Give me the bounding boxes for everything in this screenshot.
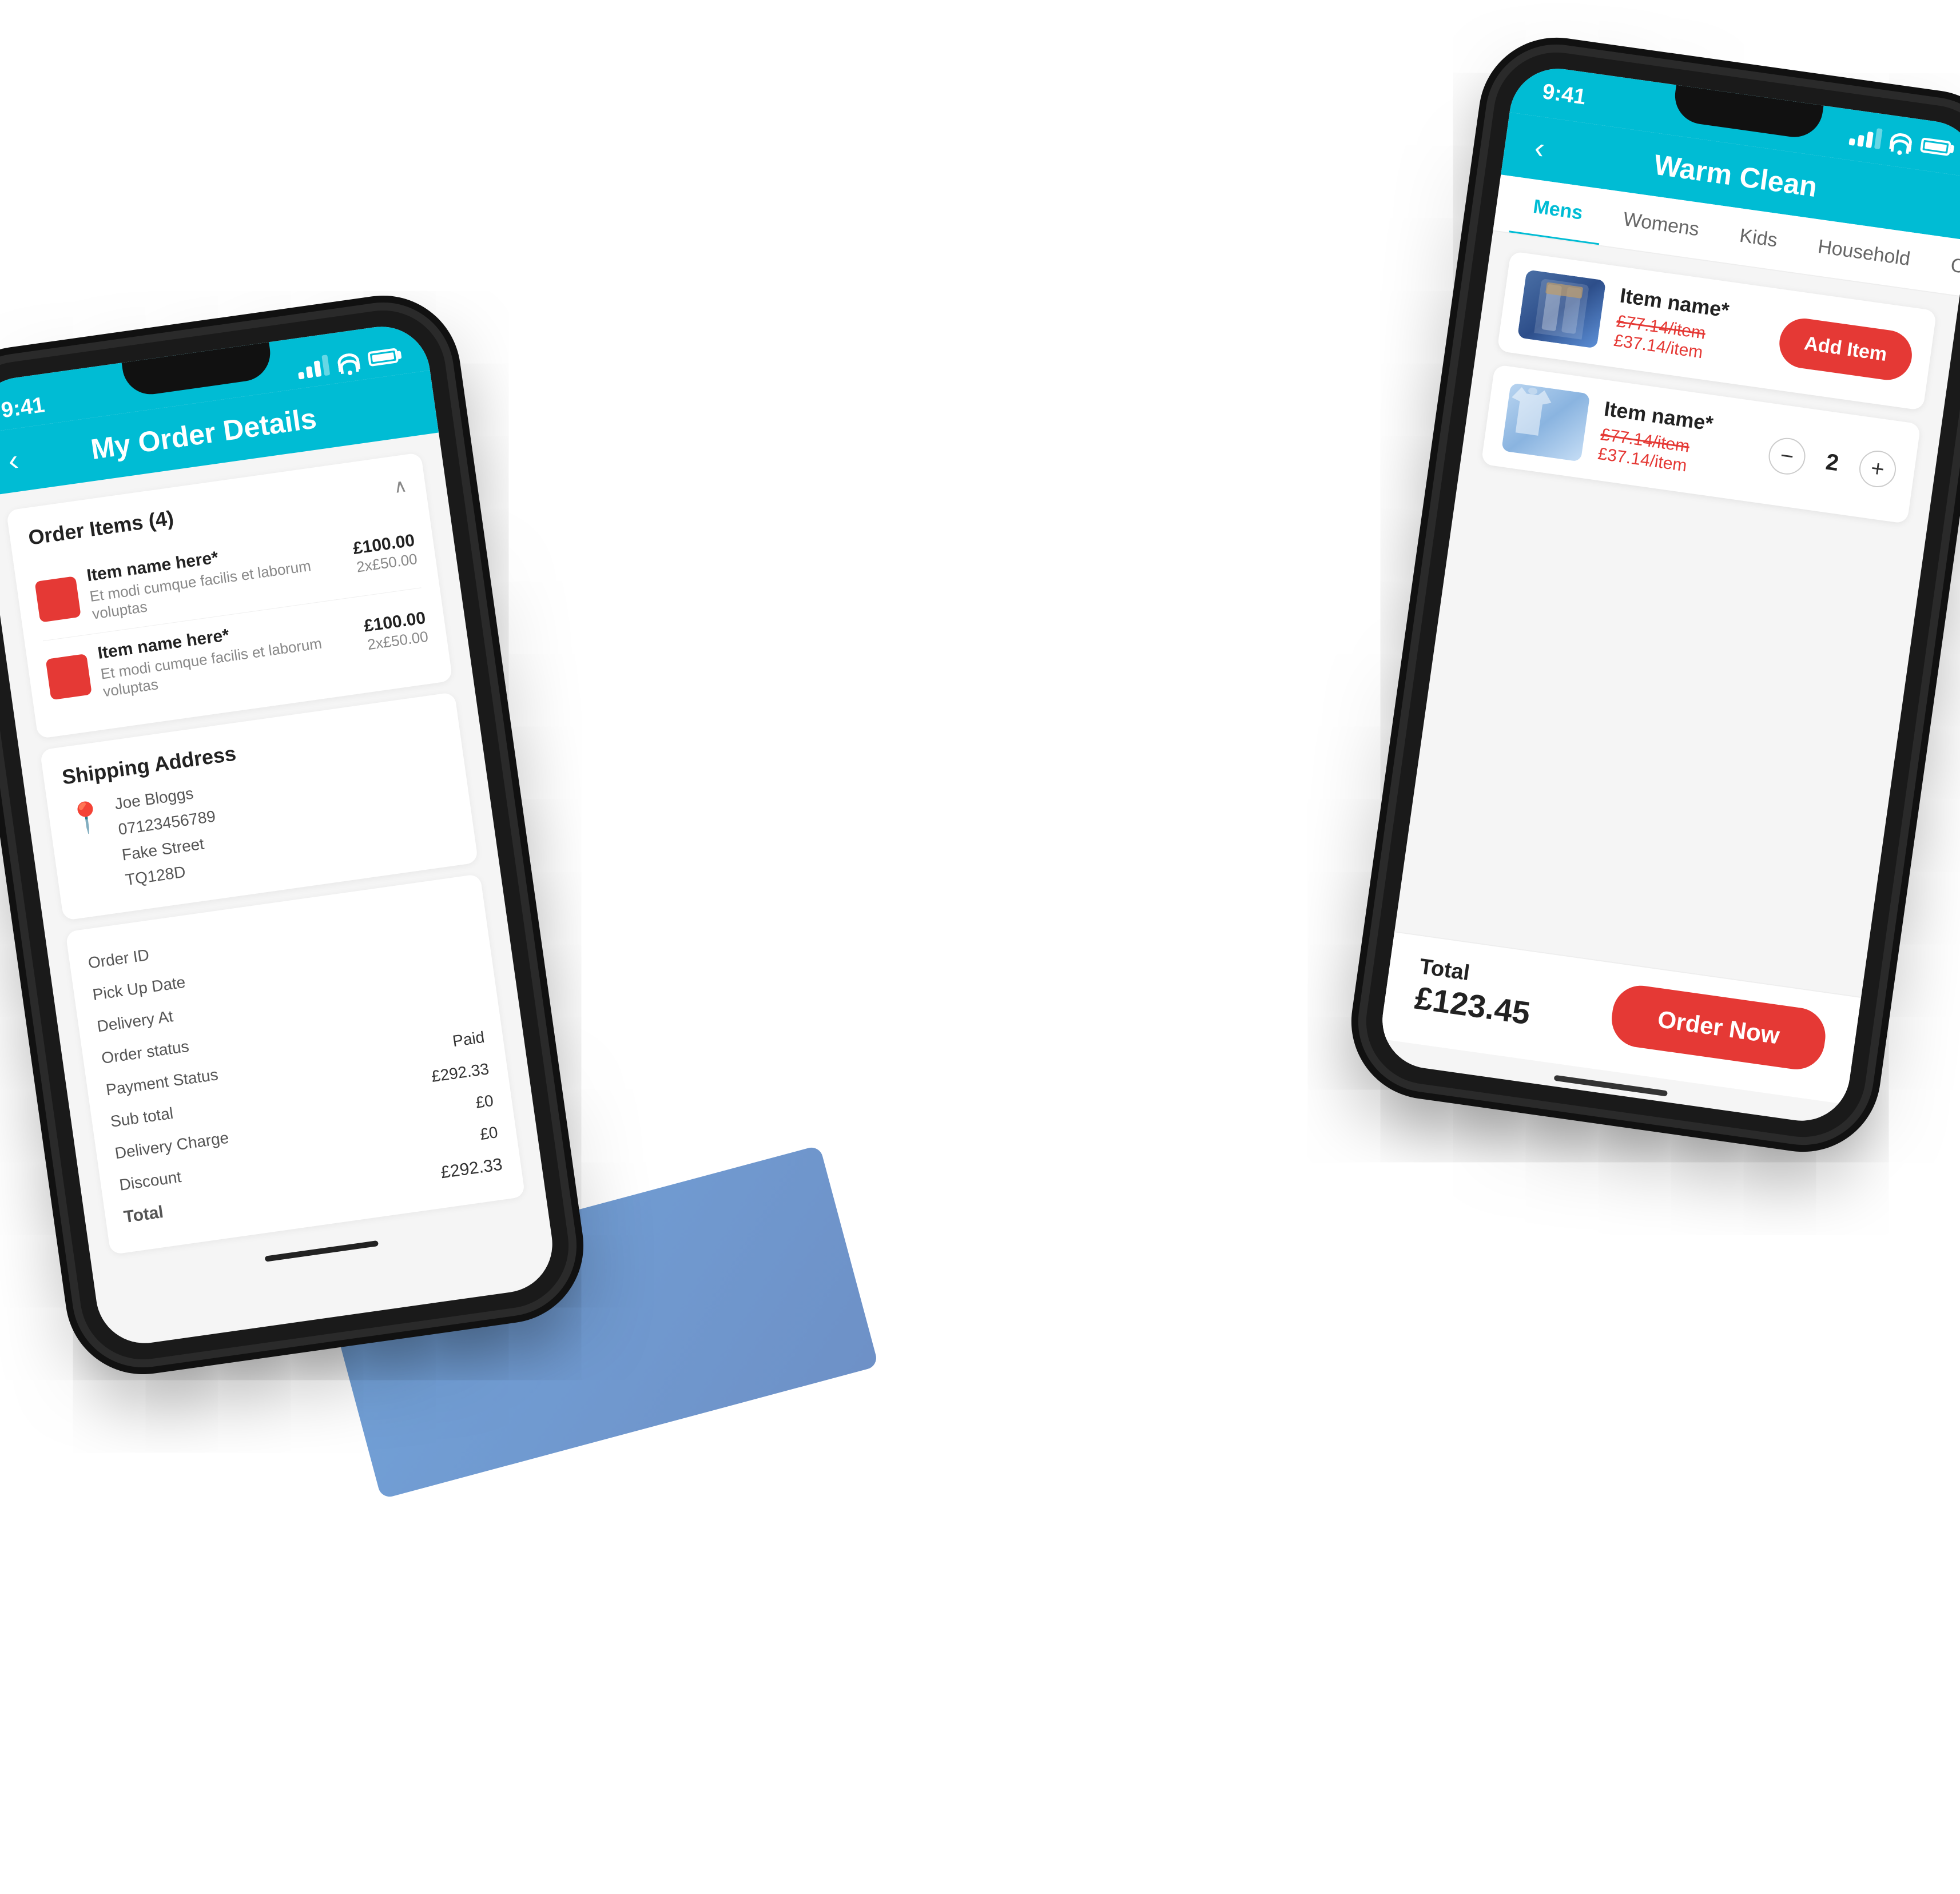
left-back-button[interactable]: ‹ (6, 443, 21, 478)
right-battery-icon (1920, 137, 1951, 156)
jeans-image (1517, 269, 1606, 348)
right-home-indicator (1554, 1075, 1668, 1097)
shirt-image (1501, 383, 1590, 461)
right-wifi-icon (1889, 132, 1913, 152)
phone-left-screen: 9:41 ‹ My Order Details Order Items (4) (0, 320, 559, 1349)
right-notch (1671, 85, 1823, 141)
order-item-thumb-2 (46, 654, 92, 700)
right-back-button[interactable]: ‹ (1532, 130, 1547, 166)
total-section: Total £123.45 (1413, 954, 1536, 1032)
shipping-info: Joe Bloggs 07123456789 Fake Street TQ128… (113, 778, 225, 893)
left-wifi-icon (336, 352, 360, 372)
items-list: Item name* £77.14/item £37.14/item Add I… (1394, 231, 1959, 997)
item-info-2: Item name* £77.14/item £37.14/item (1597, 397, 1758, 485)
add-item-button-1[interactable]: Add Item (1776, 315, 1915, 383)
delivery-at-label: Delivery At (96, 1007, 174, 1036)
payment-status-value: Paid (451, 1028, 486, 1051)
delivery-charge-value: £0 (475, 1092, 495, 1112)
item-thumb-1 (1517, 269, 1606, 348)
order-item-thumb-1 (34, 576, 81, 622)
left-status-time: 9:41 (0, 393, 46, 423)
phone-right-screen: 9:41 ‹ Warm Clean Mens (1376, 62, 1960, 1127)
order-item-price-1: £100.00 2x£50.00 (352, 531, 418, 576)
total-label-detail: Total (122, 1203, 164, 1227)
left-screen-content: 9:41 ‹ My Order Details Order Items (4) (0, 320, 559, 1349)
discount-value: £0 (479, 1123, 499, 1144)
order-items-section: Order Items (4) ∧ Item name here* Et mod… (6, 452, 453, 739)
tab-kids[interactable]: Kids (1715, 206, 1801, 272)
left-home-indicator (265, 1240, 379, 1262)
delivery-at-value (474, 965, 476, 983)
order-now-button[interactable]: Order Now (1608, 982, 1829, 1073)
left-signal-icon (296, 355, 330, 379)
left-battery-icon (367, 348, 399, 367)
order-id-label: Order ID (87, 946, 150, 973)
right-signal-icon (1848, 125, 1882, 149)
order-status-label: Order status (100, 1037, 190, 1068)
order-item-price-2: £100.00 2x£50.00 (363, 608, 429, 653)
right-status-time: 9:41 (1541, 79, 1587, 110)
qty-control-2: − 2 + (1766, 436, 1898, 490)
item-thumb-2 (1501, 383, 1590, 461)
item-info-1: Item name* £77.14/item £37.14/item (1612, 284, 1768, 371)
order-id-value (466, 901, 468, 920)
right-status-icons (1848, 125, 1951, 159)
discount-label: Discount (118, 1168, 182, 1195)
left-status-icons (296, 345, 399, 379)
qty-value-2: 2 (1819, 448, 1846, 477)
sub-total-label: Sub total (109, 1104, 174, 1131)
order-details-section: Order ID Pick Up Date Delivery At Order … (65, 874, 525, 1255)
right-screen-content: 9:41 ‹ Warm Clean Mens (1376, 62, 1960, 1127)
chevron-up-icon[interactable]: ∧ (392, 474, 408, 498)
location-icon: 📍 (66, 798, 108, 837)
left-notch (122, 342, 274, 398)
tab-mens[interactable]: Mens (1509, 177, 1607, 245)
qty-decrease-button-2[interactable]: − (1766, 436, 1807, 477)
total-value-detail: £292.33 (440, 1155, 504, 1183)
sub-total-value: £292.33 (430, 1060, 490, 1086)
phone-left: 9:41 ‹ My Order Details Order Items (4) (0, 303, 577, 1368)
pickup-date-value (470, 933, 472, 952)
phone-right: 9:41 ‹ Warm Clean Mens (1358, 45, 1960, 1145)
order-status-value (479, 996, 481, 1014)
qty-increase-button-2[interactable]: + (1857, 448, 1898, 490)
order-items-title: Order Items (4) (27, 506, 175, 550)
